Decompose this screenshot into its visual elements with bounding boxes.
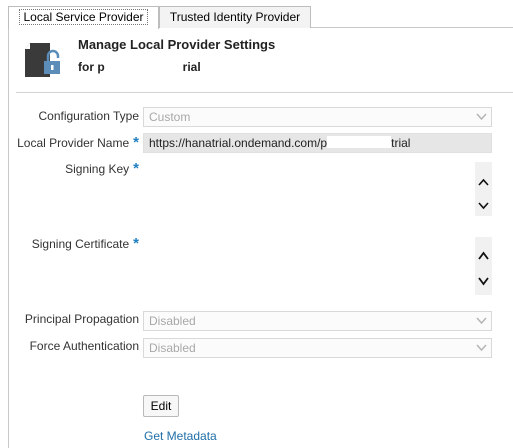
signing-key-scrollbar[interactable] [475,162,492,216]
required-marker: * [133,160,139,177]
configuration-type-value: Custom [149,110,191,124]
document-lock-icon [25,43,60,77]
signing-certificate-label: Signing Certificate [31,237,130,251]
scroll-up-icon[interactable] [475,249,492,263]
configuration-type-select[interactable]: Custom [143,107,492,127]
chevron-down-icon [476,113,487,121]
scroll-down-icon[interactable] [475,274,492,288]
local-provider-name-field[interactable]: https://hanatrial.ondemand.com/p trial [143,133,492,153]
scroll-up-icon[interactable] [475,176,492,190]
signing-key-label-wrap: Signing Key * [65,160,139,177]
signing-certificate-label-wrap: Signing Certificate * [32,235,139,252]
subtitle-prefix: for p [78,60,105,74]
provider-name-redaction [327,136,392,148]
principal-propagation-label: Principal Propagation [24,312,139,326]
local-provider-name-label-wrap: Local Provider Name * [17,134,139,151]
get-metadata-link[interactable]: Get Metadata [144,429,217,443]
page-title: Manage Local Provider Settings [78,37,276,52]
chevron-down-icon [476,317,487,325]
signing-key-label: Signing Key [65,162,130,176]
scroll-down-icon[interactable] [475,198,492,212]
subtitle-suffix: rial [182,60,201,74]
required-marker: * [133,235,139,252]
tab-trusted-label: Trusted Identity Provider [169,10,301,24]
signing-certificate-scrollbar[interactable] [475,237,492,295]
force-authentication-value: Disabled [149,341,196,355]
tab-local-service-provider[interactable]: Local Service Provider [8,6,159,29]
required-marker: * [133,134,139,151]
force-authentication-select[interactable]: Disabled [143,338,492,358]
principal-propagation-value: Disabled [149,314,196,328]
configuration-type-label: Configuration Type [38,109,139,123]
tab-bar: Local Service Provider Trusted Identity … [0,0,513,29]
local-provider-name-value-suffix: trial [391,136,411,150]
edit-button[interactable]: Edit [143,395,179,417]
header-divider [16,92,513,93]
tab-local-label: Local Service Provider [19,9,148,25]
force-authentication-label: Force Authentication [29,339,139,353]
local-provider-name-value-prefix: https://hanatrial.ondemand.com/p [149,136,328,150]
tab-trusted-identity-provider[interactable]: Trusted Identity Provider [159,6,311,28]
panel-left-border [8,28,9,448]
chevron-down-icon [476,344,487,352]
local-provider-name-label: Local Provider Name [17,136,130,150]
principal-propagation-select[interactable]: Disabled [143,311,492,331]
page-subtitle: for p rial [78,60,201,74]
